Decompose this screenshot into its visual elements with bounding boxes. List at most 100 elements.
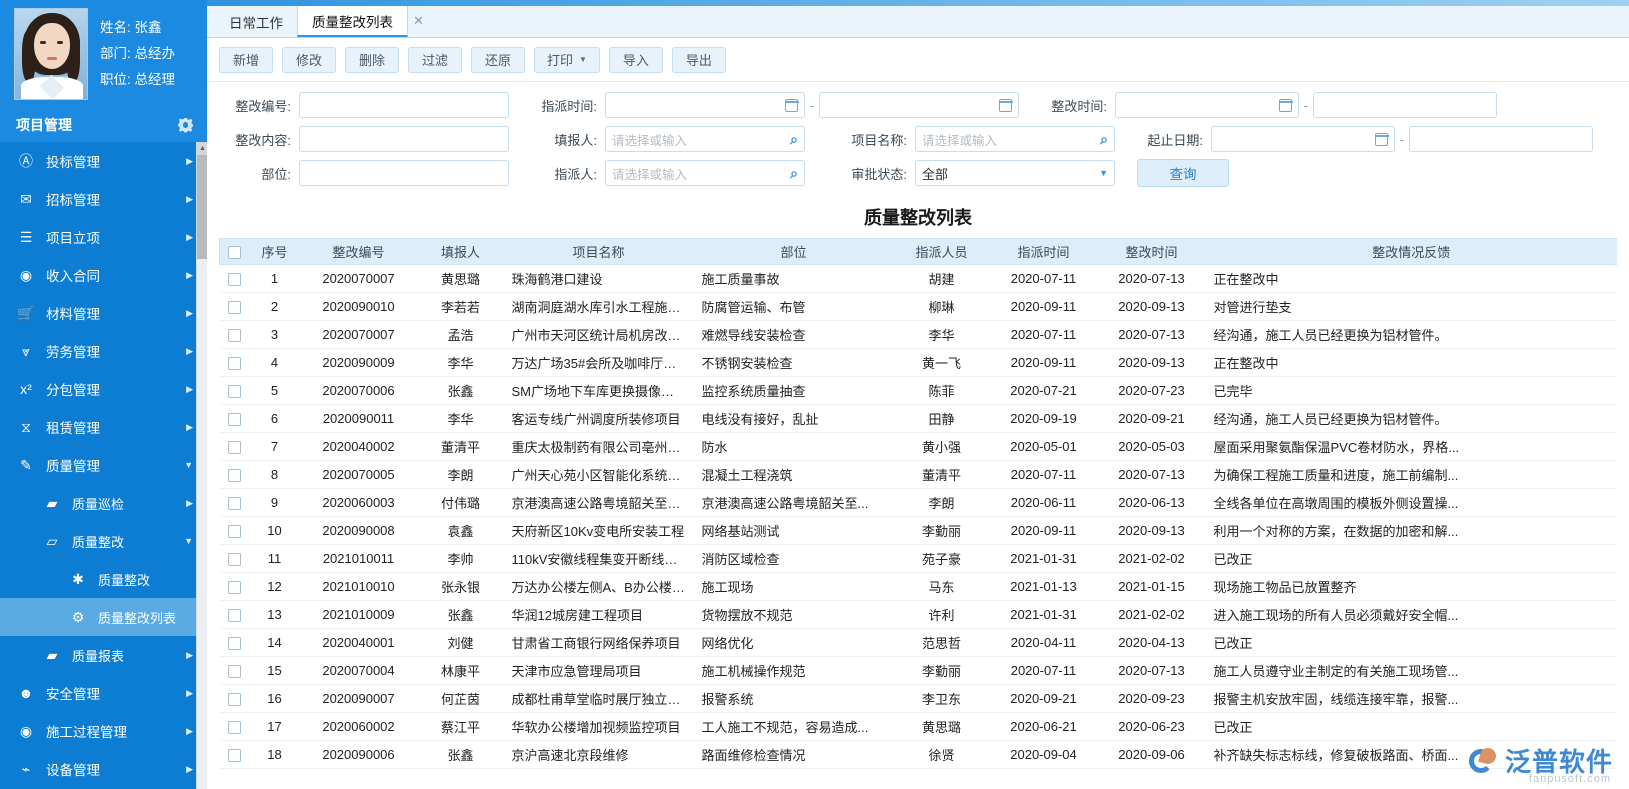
cell-reporter[interactable]: 刘健 [417, 628, 504, 657]
cell-project[interactable]: 华润12城房建工程项目 [503, 600, 694, 629]
assign-time-to-input[interactable] [819, 92, 1019, 118]
chevron-right-icon[interactable]: ▶ [186, 384, 193, 395]
row-checkbox[interactable] [228, 273, 241, 287]
sidebar-item-9[interactable]: ▰ 质量巡检 ▶ [0, 484, 207, 522]
table-row[interactable]: 9 2020060003 付伟璐 京港澳高速公路粤境韶关至广... 京港澳高速公路粤境韶… [219, 488, 1617, 517]
cell-project[interactable]: 广州天心苑小区智能化系统工程 [503, 460, 694, 489]
search-icon[interactable]: ⌕ [790, 131, 798, 148]
chevron-down-icon[interactable]: ▼ [184, 460, 193, 470]
cell-project[interactable]: 广州市天河区统计局机房改造... [503, 320, 694, 349]
table-row[interactable]: 10 2020090008 袁鑫 天府新区10Kv变电所安装工程 网络基站测试 李勤丽 20… [219, 516, 1617, 545]
row-checkbox[interactable] [228, 441, 241, 455]
import-button[interactable]: 导入 [608, 46, 663, 73]
cell-reporter[interactable]: 董清平 [417, 432, 504, 461]
tab-daily-work[interactable]: 日常工作 [215, 6, 297, 37]
cell-reporter[interactable]: 张鑫 [417, 740, 504, 769]
cell-code[interactable]: 2020090009 [299, 348, 418, 377]
cell-project[interactable]: 客运专线广州调度所装修项目 [503, 404, 694, 433]
search-icon[interactable]: ⌕ [790, 165, 798, 182]
table-row[interactable]: 15 2020070004 林康平 天津市应急管理局项目 施工机械操作规范 李勤丽 2020… [219, 656, 1617, 685]
cell-assignee[interactable]: 黄一飞 [893, 348, 990, 377]
cell-code[interactable]: 2021010010 [299, 572, 418, 601]
chevron-right-icon[interactable]: ▶ [186, 156, 193, 167]
table-row[interactable]: 5 2020070006 张鑫 SM广场地下车库更换摄像机及... 监控系统质量抽查 陈菲… [219, 376, 1617, 405]
cell-assignee[interactable]: 董清平 [893, 460, 990, 489]
cell-project[interactable]: 天府新区10Kv变电所安装工程 [503, 516, 694, 545]
chevron-down-icon[interactable]: ▼ [1099, 168, 1108, 178]
gear-icon[interactable] [178, 118, 193, 133]
row-checkbox[interactable] [228, 721, 241, 735]
cell-code[interactable]: 2020060003 [299, 488, 418, 517]
cell-project[interactable]: 珠海鹤港口建设 [503, 264, 694, 293]
cell-assignee[interactable]: 田静 [893, 404, 990, 433]
cell-code[interactable]: 2021010011 [299, 544, 418, 573]
cell-project[interactable]: 甘肃省工商银行网络保养项目 [503, 628, 694, 657]
sidebar-item-16[interactable]: ⌁ 设备管理 ▶ [0, 750, 207, 788]
cell-assignee[interactable]: 李勤丽 [893, 516, 990, 545]
date-range-from-input[interactable] [1211, 126, 1395, 152]
cell-code[interactable]: 2020060002 [299, 712, 418, 741]
assigner-input[interactable]: 请选择或输入 ⌕ [605, 160, 805, 186]
cell-assignee[interactable]: 李华 [893, 320, 990, 349]
chevron-right-icon[interactable]: ▶ [186, 498, 193, 509]
row-checkbox[interactable] [228, 637, 241, 651]
row-checkbox[interactable] [228, 749, 241, 763]
row-checkbox[interactable] [228, 609, 241, 623]
column-header-5[interactable]: 部位 [693, 238, 894, 265]
cell-assignee[interactable]: 李勤丽 [893, 656, 990, 685]
cell-assignee[interactable]: 李卫东 [893, 684, 990, 713]
cell-project[interactable]: 湖南洞庭湖水库引水工程施工I标 [503, 292, 694, 321]
export-button[interactable]: 导出 [671, 46, 726, 73]
add-button[interactable]: 新增 [219, 46, 273, 73]
cell-reporter[interactable]: 何芷茵 [417, 684, 504, 713]
cell-project[interactable]: SM广场地下车库更换摄像机及... [503, 376, 694, 405]
part-input[interactable] [299, 160, 509, 186]
chevron-right-icon[interactable]: ▶ [186, 422, 193, 433]
chevron-right-icon[interactable]: ▶ [186, 194, 193, 205]
cell-code[interactable]: 2020090006 [299, 740, 418, 769]
rectify-time-to-input[interactable] [1313, 92, 1497, 118]
cell-assignee[interactable]: 徐贤 [893, 740, 990, 769]
cell-reporter[interactable]: 李华 [417, 348, 504, 377]
sidebar-scrollbar[interactable]: ▲ [196, 142, 207, 789]
row-checkbox[interactable] [228, 553, 241, 567]
row-checkbox[interactable] [228, 301, 241, 315]
print-button[interactable]: 打印 ▼ [534, 46, 600, 73]
tab-quality-rectification-list[interactable]: 质量整改列表 [297, 6, 408, 37]
sidebar-item-1[interactable]: ✉ 招标管理 ▶ [0, 180, 207, 218]
date-range-to-input[interactable] [1409, 126, 1593, 152]
chevron-right-icon[interactable]: ▶ [186, 232, 193, 243]
cell-code[interactable]: 2020090011 [299, 404, 418, 433]
cell-reporter[interactable]: 付伟璐 [417, 488, 504, 517]
table-row[interactable]: 11 2021010011 李帅 110kV安徽线程集变开断线路... 消防区域检查 苑子… [219, 544, 1617, 573]
row-checkbox[interactable] [228, 413, 241, 427]
cell-project[interactable]: 重庆太极制药有限公司亳州中... [503, 432, 694, 461]
cell-assignee[interactable]: 苑子豪 [893, 544, 990, 573]
cell-assignee[interactable]: 许利 [893, 600, 990, 629]
cell-assignee[interactable]: 胡建 [893, 264, 990, 293]
chevron-right-icon[interactable]: ▶ [186, 688, 193, 699]
cell-reporter[interactable]: 李帅 [417, 544, 504, 573]
row-checkbox[interactable] [228, 665, 241, 679]
query-button[interactable]: 查询 [1137, 159, 1229, 187]
restore-button[interactable]: 还原 [471, 46, 525, 73]
sidebar-item-13[interactable]: ▰ 质量报表 ▶ [0, 636, 207, 674]
cell-reporter[interactable]: 张鑫 [417, 600, 504, 629]
table-row[interactable]: 17 2020060002 蔡江平 华软办公楼增加视频监控项目 工人施工不规范，容易造成… [219, 712, 1617, 741]
cell-reporter[interactable]: 李朗 [417, 460, 504, 489]
table-row[interactable]: 8 2020070005 李朗 广州天心苑小区智能化系统工程 混凝土工程浇筑 董清平 202… [219, 460, 1617, 489]
chevron-right-icon[interactable]: ▶ [186, 270, 193, 281]
cell-code[interactable]: 2020070007 [299, 264, 418, 293]
select-all-checkbox[interactable] [228, 246, 242, 260]
sidebar-item-8[interactable]: ✎ 质量管理 ▼ [0, 446, 207, 484]
sidebar-item-4[interactable]: 🛒 材料管理 ▶ [0, 294, 207, 332]
row-checkbox[interactable] [228, 525, 241, 539]
cell-code[interactable]: 2020070007 [299, 320, 418, 349]
row-checkbox[interactable] [228, 329, 241, 343]
table-row[interactable]: 6 2020090011 李华 客运专线广州调度所装修项目 电线没有接好，乱扯 田静 202… [219, 404, 1617, 433]
cell-reporter[interactable]: 袁鑫 [417, 516, 504, 545]
calendar-icon[interactable] [1374, 132, 1389, 146]
project-name-input[interactable]: 请选择或输入 ⌕ [915, 126, 1115, 152]
table-row[interactable]: 7 2020040002 董清平 重庆太极制药有限公司亳州中... 防水 黄小强 2020-… [219, 432, 1617, 461]
edit-button[interactable]: 修改 [282, 46, 336, 73]
